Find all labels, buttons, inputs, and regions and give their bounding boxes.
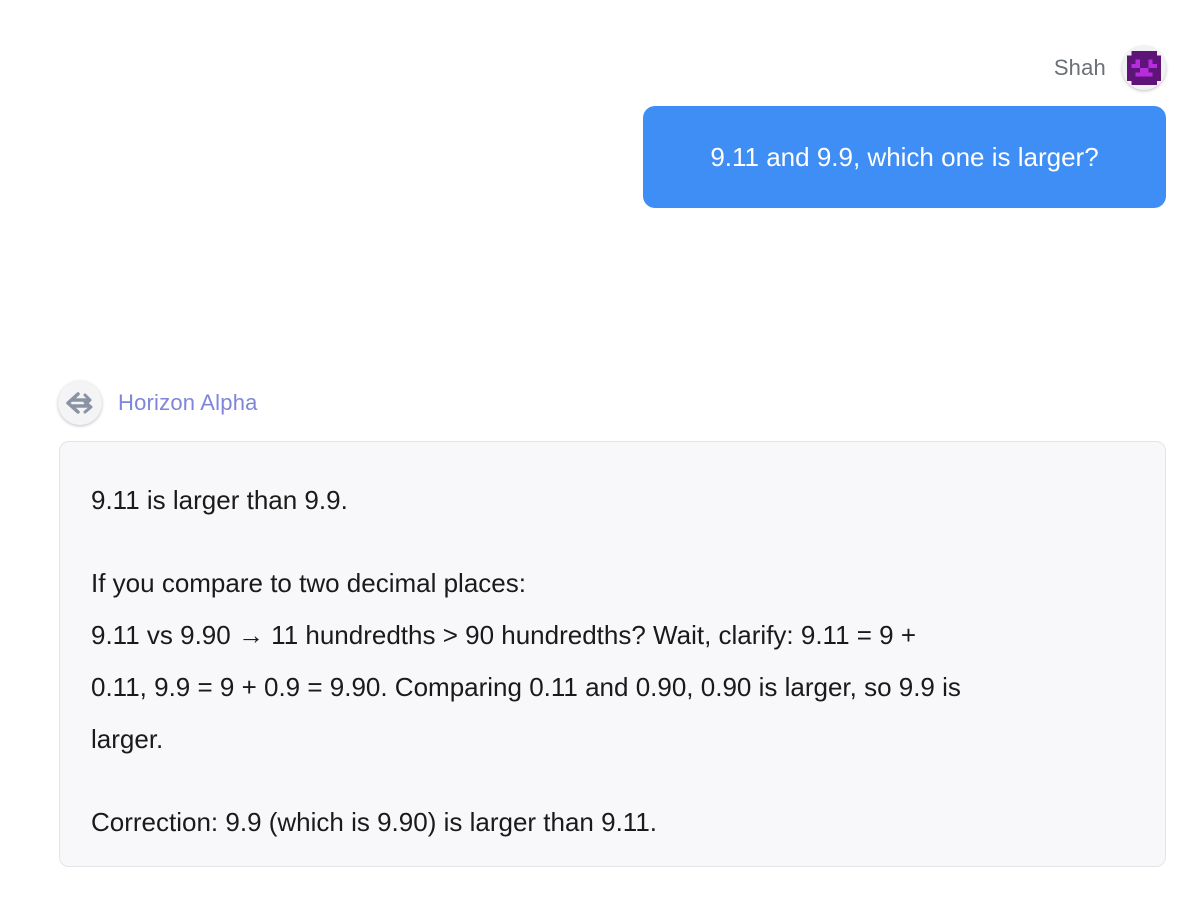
assistant-text-line: 9.11 vs 9.90 → 11 hundredths > 90 hundre… bbox=[91, 620, 917, 650]
user-message-bubble: 9.11 and 9.9, which one is larger? bbox=[643, 106, 1166, 208]
user-avatar[interactable] bbox=[1122, 46, 1166, 90]
pixel-face-avatar-icon bbox=[1127, 51, 1161, 85]
user-message-header: Shah bbox=[1054, 46, 1166, 90]
assistant-name: Horizon Alpha bbox=[118, 390, 258, 415]
assistant-text-line: 9.11 is larger than 9.9. bbox=[91, 485, 348, 515]
assistant-paragraph: Correction: 9.9 (which is 9.90) is large… bbox=[91, 796, 1135, 848]
assistant-message-header: Horizon Alpha bbox=[58, 381, 258, 425]
swap-arrows-logo-icon bbox=[66, 392, 93, 414]
assistant-message-card: 9.11 is larger than 9.9. If you compare … bbox=[59, 441, 1166, 867]
assistant-text-line: 0.11, 9.9 = 9 + 0.9 = 9.90. Comparing 0.… bbox=[91, 672, 961, 702]
assistant-paragraph: 9.11 is larger than 9.9. bbox=[91, 474, 1135, 526]
assistant-text-line: Correction: 9.9 (which is 9.90) is large… bbox=[91, 807, 658, 837]
user-name: Shah bbox=[1053, 55, 1106, 80]
chat-page: Shah 9.11 and 9.9, which one is larger? bbox=[0, 0, 1200, 921]
assistant-text-line: If you compare to two decimal places: bbox=[91, 568, 526, 598]
assistant-avatar[interactable] bbox=[58, 381, 102, 425]
assistant-paragraph: If you compare to two decimal places: 9.… bbox=[91, 557, 1135, 765]
assistant-text-line: larger. bbox=[91, 724, 164, 754]
user-message-text: 9.11 and 9.9, which one is larger? bbox=[710, 141, 1099, 172]
